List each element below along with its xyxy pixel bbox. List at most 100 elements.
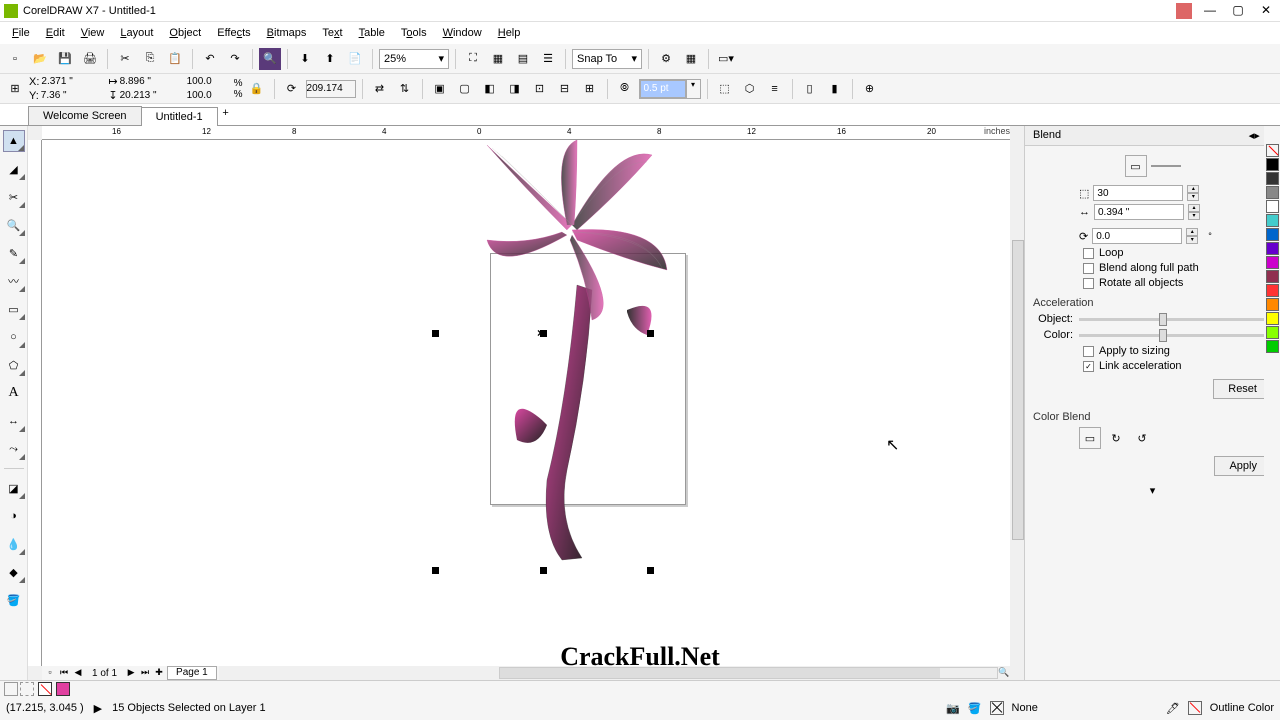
group-icon[interactable]: ⊡: [529, 78, 551, 100]
mirror-v-icon[interactable]: ⇅: [394, 78, 416, 100]
color-maroon[interactable]: [1266, 270, 1279, 283]
width-input[interactable]: [120, 75, 178, 89]
y-input[interactable]: [41, 89, 99, 103]
color-yellow[interactable]: [1266, 312, 1279, 325]
sel-handle-bc[interactable]: [540, 567, 547, 574]
angle-spin-up[interactable]: ▴: [1186, 228, 1198, 236]
canvas[interactable]: × ↖: [42, 140, 1010, 666]
vertical-scrollbar[interactable]: [1010, 140, 1024, 666]
page-prev-button[interactable]: ◀: [72, 667, 84, 679]
paste-icon[interactable]: 📋: [164, 48, 186, 70]
menu-effects[interactable]: Effects: [209, 24, 258, 42]
height-input[interactable]: [120, 89, 178, 103]
page-last-button[interactable]: ⏭: [139, 667, 151, 679]
lock-ratio-icon[interactable]: 🔒: [246, 78, 268, 100]
rotate-all-checkbox[interactable]: [1083, 278, 1094, 289]
menu-window[interactable]: Window: [435, 24, 490, 42]
outline-width-dropdown[interactable]: ▾: [639, 79, 701, 99]
menu-help[interactable]: Help: [490, 24, 529, 42]
color-accel-slider[interactable]: [1079, 334, 1272, 337]
loop-checkbox[interactable]: [1083, 248, 1094, 259]
scale-y-input[interactable]: [187, 89, 225, 103]
publish-pdf-icon[interactable]: 📄: [344, 48, 366, 70]
polygon-tool[interactable]: ⬠: [3, 354, 25, 376]
text-tool[interactable]: A: [3, 382, 25, 404]
zoom-tool[interactable]: 🔍: [3, 214, 25, 236]
outline-width-input[interactable]: [640, 80, 686, 98]
camera-icon[interactable]: 📷: [946, 702, 960, 715]
app-launcher-icon[interactable]: ▭▾: [715, 48, 737, 70]
user-icon[interactable]: [1176, 3, 1192, 19]
angle-spin-down[interactable]: ▾: [1186, 236, 1198, 244]
search-icon[interactable]: 🔍: [259, 48, 281, 70]
page-first-button[interactable]: ⏮: [58, 667, 70, 679]
open-icon[interactable]: 📂: [29, 48, 51, 70]
freehand-tool[interactable]: ✎: [3, 242, 25, 264]
color-cyan[interactable]: [1266, 214, 1279, 227]
color-purple[interactable]: [1266, 242, 1279, 255]
to-back-page-icon[interactable]: ▢: [454, 78, 476, 100]
wrap-text-icon[interactable]: ⬚: [714, 78, 736, 100]
tab-document[interactable]: Untitled-1: [141, 107, 218, 126]
rotation-input[interactable]: [306, 80, 356, 98]
copy-icon[interactable]: ⎘: [139, 48, 161, 70]
fullscreen-icon[interactable]: ⛶: [462, 48, 484, 70]
tab-welcome[interactable]: Welcome Screen: [28, 106, 142, 125]
artwork-flower[interactable]: [442, 140, 682, 570]
pen-icon[interactable]: 🖊: [1166, 702, 1180, 715]
view-outline-icon[interactable]: [20, 682, 34, 696]
convert-curves-icon[interactable]: ⬡: [739, 78, 761, 100]
color-blend-cw-icon[interactable]: ↻: [1105, 427, 1127, 449]
ungroup-icon[interactable]: ⊟: [554, 78, 576, 100]
menu-view[interactable]: View: [73, 24, 113, 42]
page-next-button[interactable]: ▶: [125, 667, 137, 679]
menu-tools[interactable]: Tools: [393, 24, 435, 42]
menu-layout[interactable]: Layout: [112, 24, 161, 42]
menu-table[interactable]: Table: [351, 24, 393, 42]
color-black[interactable]: [1266, 158, 1279, 171]
print-icon[interactable]: 🖨: [79, 48, 101, 70]
sel-center-icon[interactable]: ×: [537, 326, 544, 340]
snap-dropdown[interactable]: Snap To▾: [572, 49, 642, 69]
sel-handle-mr[interactable]: [647, 330, 654, 337]
distribute-icon[interactable]: ▮: [824, 78, 846, 100]
color-green[interactable]: [1266, 340, 1279, 353]
x-input[interactable]: [41, 75, 99, 89]
artistic-media-tool[interactable]: 〰: [3, 270, 25, 292]
rectangle-tool[interactable]: ▭: [3, 298, 25, 320]
redo-icon[interactable]: ↷: [224, 48, 246, 70]
blend-preset-icon[interactable]: ▭: [1125, 155, 1147, 177]
import-icon[interactable]: ⬇: [294, 48, 316, 70]
steps-spin-down[interactable]: ▾: [1187, 193, 1199, 201]
docker-collapse-icon[interactable]: ◂▸: [1249, 130, 1260, 142]
to-front-layer-icon[interactable]: ◧: [479, 78, 501, 100]
vertical-ruler[interactable]: [28, 140, 42, 666]
fill-bucket-icon[interactable]: 🪣: [968, 702, 982, 715]
sel-handle-br[interactable]: [647, 567, 654, 574]
no-color-swatch[interactable]: [1266, 144, 1279, 157]
shape-tool[interactable]: ◢: [3, 158, 25, 180]
order-icon[interactable]: ▯: [799, 78, 821, 100]
blend-angle-input[interactable]: [1092, 228, 1182, 244]
mirror-h-icon[interactable]: ⇄: [369, 78, 391, 100]
page-add-button[interactable]: ✚: [153, 667, 165, 679]
menu-text[interactable]: Text: [314, 24, 350, 42]
options-icon[interactable]: ⚙: [655, 48, 677, 70]
sel-handle-ml[interactable]: [432, 330, 439, 337]
color-blue[interactable]: [1266, 228, 1279, 241]
guidelines-icon[interactable]: ☰: [537, 48, 559, 70]
page-tab-1[interactable]: Page 1: [167, 666, 217, 680]
along-path-checkbox[interactable]: [1083, 263, 1094, 274]
grid-icon[interactable]: ▤: [512, 48, 534, 70]
link-accel-checkbox[interactable]: ✓: [1083, 361, 1094, 372]
blend-steps-input[interactable]: [1093, 185, 1183, 201]
apply-sizing-checkbox[interactable]: [1083, 346, 1094, 357]
to-back-layer-icon[interactable]: ◨: [504, 78, 526, 100]
to-front-page-icon[interactable]: ▣: [429, 78, 451, 100]
undo-icon[interactable]: ↶: [199, 48, 221, 70]
menu-file[interactable]: File: [4, 24, 38, 42]
smart-fill-tool[interactable]: 🪣: [3, 589, 25, 611]
scale-x-input[interactable]: [187, 75, 225, 89]
blend-spacing-input[interactable]: [1094, 204, 1184, 220]
color-lime[interactable]: [1266, 326, 1279, 339]
